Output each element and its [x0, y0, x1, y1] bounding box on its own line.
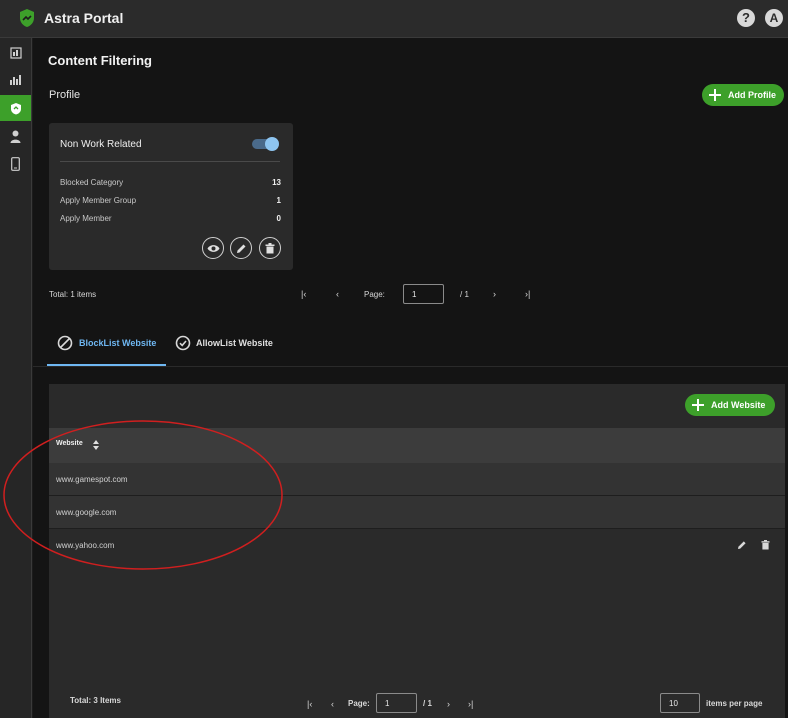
tab-blocklist-website[interactable]: BlockList Website: [57, 333, 156, 353]
table-row[interactable]: www.google.com: [49, 496, 785, 529]
question-icon[interactable]: ?: [737, 9, 755, 27]
prev-page-icon[interactable]: ‹: [336, 289, 339, 299]
add-profile-label: Add Profile: [728, 90, 777, 100]
pencil-icon[interactable]: [737, 540, 747, 550]
profile-section-label: Profile: [49, 89, 81, 101]
shield-icon: [10, 102, 21, 114]
next-page-icon[interactable]: ›: [447, 699, 450, 709]
bar-chart-icon: [10, 75, 21, 85]
column-header-website[interactable]: Website: [56, 440, 83, 447]
table-row[interactable]: www.yahoo.com: [49, 529, 785, 562]
tab-blocklist-label: BlockList Website: [79, 338, 157, 348]
dashboard-icon: [9, 47, 22, 59]
page-label: Page:: [348, 699, 370, 708]
toggle-knob: [265, 137, 279, 151]
trash-icon[interactable]: [761, 540, 770, 550]
app-title: Astra Portal: [44, 10, 124, 26]
last-page-icon[interactable]: ›|: [468, 699, 473, 709]
sidebar: [0, 38, 32, 718]
eye-icon: [207, 244, 219, 252]
stat-label-blocked-category: Blocked Category: [60, 178, 124, 187]
page-title: Content Filtering: [48, 53, 152, 68]
card-divider: [60, 161, 280, 162]
sort-icon[interactable]: [93, 440, 99, 450]
stat-label-member-group: Apply Member Group: [60, 196, 137, 205]
stat-value-blocked-category: 13: [272, 178, 281, 187]
top-bar: Astra Portal ? A: [0, 0, 788, 38]
profile-enabled-toggle[interactable]: [252, 137, 279, 151]
page-count: / 1: [460, 290, 469, 299]
delete-profile-button[interactable]: [259, 237, 281, 259]
block-icon: [57, 335, 73, 351]
pencil-icon: [236, 244, 245, 253]
next-page-icon[interactable]: ›: [493, 289, 496, 299]
page-number-input[interactable]: 1: [403, 284, 444, 304]
page-count: / 1: [423, 699, 432, 708]
add-website-label: Add Website: [711, 400, 766, 410]
sidebar-item-reports[interactable]: [0, 67, 31, 93]
stat-label-member: Apply Member: [60, 214, 112, 223]
sidebar-item-devices[interactable]: [0, 151, 31, 177]
stat-value-member: 0: [276, 214, 281, 223]
user-avatar[interactable]: A: [765, 9, 783, 27]
stat-value-member-group: 1: [276, 196, 281, 205]
tab-divider: [33, 366, 788, 367]
plus-icon: [708, 88, 722, 102]
website-cell: www.gamespot.com: [56, 475, 128, 484]
first-page-icon[interactable]: |‹: [307, 699, 312, 709]
last-page-icon[interactable]: ›|: [525, 289, 530, 299]
items-per-page-label: items per page: [706, 699, 763, 708]
first-page-icon[interactable]: |‹: [301, 289, 306, 299]
plus-icon: [691, 398, 705, 412]
profile-total-count: Total: 1 items: [49, 290, 97, 299]
mobile-icon: [11, 157, 20, 171]
sidebar-item-users[interactable]: [0, 123, 31, 149]
sidebar-item-dashboard[interactable]: [0, 40, 31, 66]
logo-shield-icon: [20, 9, 34, 27]
website-cell: www.yahoo.com: [56, 541, 115, 550]
website-total-count: Total: 3 Items: [70, 696, 121, 705]
add-website-button[interactable]: Add Website: [685, 394, 775, 416]
user-icon: [10, 130, 21, 143]
view-profile-button[interactable]: [202, 237, 224, 259]
add-profile-button[interactable]: Add Profile: [702, 84, 784, 106]
page-label: Page:: [364, 290, 385, 299]
page-number-input[interactable]: 1: [376, 693, 417, 713]
profile-card: Non Work Related Blocked Category 13 App…: [49, 123, 293, 270]
trash-icon: [265, 242, 275, 253]
prev-page-icon[interactable]: ‹: [331, 699, 334, 709]
table-row[interactable]: www.gamespot.com: [49, 463, 785, 496]
items-per-page-select[interactable]: 10: [660, 693, 700, 713]
tab-allowlist-website[interactable]: AllowList Website: [175, 333, 273, 353]
website-table-header: Website: [49, 428, 785, 463]
website-cell: www.google.com: [56, 508, 117, 517]
check-circle-icon: [175, 335, 191, 351]
sidebar-item-content-filtering[interactable]: [0, 95, 31, 121]
active-tab-indicator: [47, 364, 166, 366]
profile-name: Non Work Related: [60, 139, 142, 150]
tab-allowlist-label: AllowList Website: [196, 338, 273, 348]
edit-profile-button[interactable]: [230, 237, 252, 259]
